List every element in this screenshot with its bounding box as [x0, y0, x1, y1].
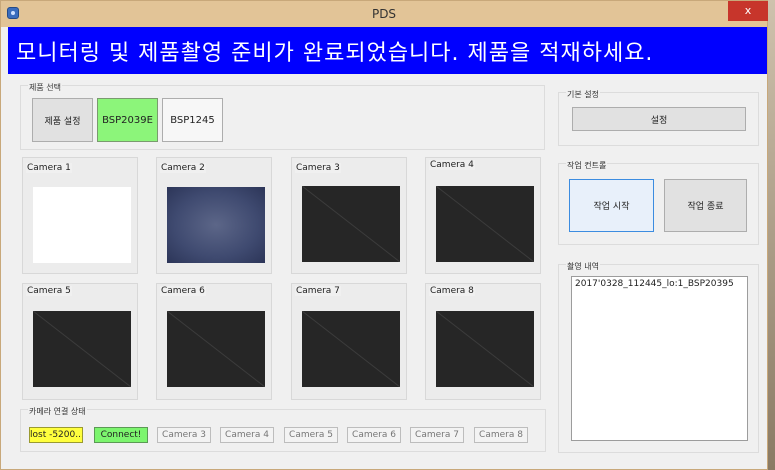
work-control-title: 작업 컨트롤	[566, 160, 608, 171]
camera-3-status: Camera 3	[157, 427, 211, 443]
camera-panel-1: Camera 1	[22, 157, 138, 274]
banner-message: 모니터링 및 제품촬영 준비가 완료되었습니다. 제품을 적재하세요.	[16, 41, 654, 66]
camera-4-view	[436, 186, 534, 262]
camera-panel-5: Camera 5	[22, 283, 138, 400]
camera-1-view	[33, 187, 131, 263]
work-control-group: 작업 컨트롤 작업 시작 작업 종료	[558, 160, 759, 245]
camera-panel-6: Camera 6	[156, 283, 272, 400]
camera-3-view	[302, 186, 400, 262]
product-select-group: 제품 선택 제품 설정 BSP2039E BSP1245	[20, 82, 545, 150]
start-work-button[interactable]: 작업 시작	[569, 179, 654, 232]
camera-5-status: Camera 5	[284, 427, 338, 443]
camera-8-status: Camera 8	[474, 427, 528, 443]
camera-label: Camera 5	[26, 286, 72, 296]
camera-label: Camera 2	[160, 163, 206, 173]
camera-8-view	[436, 311, 534, 387]
camera-panel-7: Camera 7	[291, 283, 407, 400]
camera-label: Camera 4	[429, 160, 475, 170]
end-work-button[interactable]: 작업 종료	[664, 179, 747, 232]
camera-label: Camera 3	[295, 163, 341, 173]
camera-4-status: Camera 4	[220, 427, 274, 443]
camera-label: Camera 1	[26, 163, 72, 173]
camera-panel-4: Camera 4	[425, 157, 541, 274]
camera-2-status: Connect!	[94, 427, 148, 443]
camera-connection-title: 카메라 연결 상태	[28, 406, 87, 417]
status-banner: 모니터링 및 제품촬영 준비가 완료되었습니다. 제품을 적재하세요.	[8, 27, 767, 74]
camera-label: Camera 6	[160, 286, 206, 296]
camera-2-view	[167, 187, 265, 263]
camera-label: Camera 7	[295, 286, 341, 296]
camera-panel-8: Camera 8	[425, 283, 541, 400]
capture-history-title: 촬영 내역	[566, 261, 600, 272]
camera-7-status: Camera 7	[410, 427, 464, 443]
camera-5-view	[33, 311, 131, 387]
camera-6-view	[167, 311, 265, 387]
window-title: PDS	[371, 7, 397, 21]
camera-6-status: Camera 6	[347, 427, 401, 443]
basic-settings-group: 기본 설정 설정	[558, 89, 759, 146]
camera-panel-2: Camera 2	[156, 157, 272, 274]
camera-panel-3: Camera 3	[291, 157, 407, 274]
capture-history-list[interactable]: 2017'0328_112445_lo:1_BSP20395	[571, 276, 748, 441]
product-settings-button[interactable]: 제품 설정	[32, 98, 93, 142]
camera-7-view	[302, 311, 400, 387]
camera-1-status: lost -5200...	[29, 427, 83, 443]
product-bsp1245-button[interactable]: BSP1245	[162, 98, 223, 142]
camera-connection-group: 카메라 연결 상태 lost -5200... Connect! Camera …	[20, 406, 546, 452]
desktop-background-right	[768, 0, 775, 470]
product-bsp2039e-button[interactable]: BSP2039E	[97, 98, 158, 142]
title-bar[interactable]: PDS x	[1, 1, 768, 27]
settings-button[interactable]: 설정	[572, 107, 746, 131]
close-button[interactable]: x	[728, 1, 768, 21]
capture-history-entry: 2017'0328_112445_lo:1_BSP20395	[575, 279, 734, 289]
basic-settings-title: 기본 설정	[566, 89, 600, 100]
product-select-title: 제품 선택	[28, 82, 62, 93]
camera-label: Camera 8	[429, 286, 475, 296]
